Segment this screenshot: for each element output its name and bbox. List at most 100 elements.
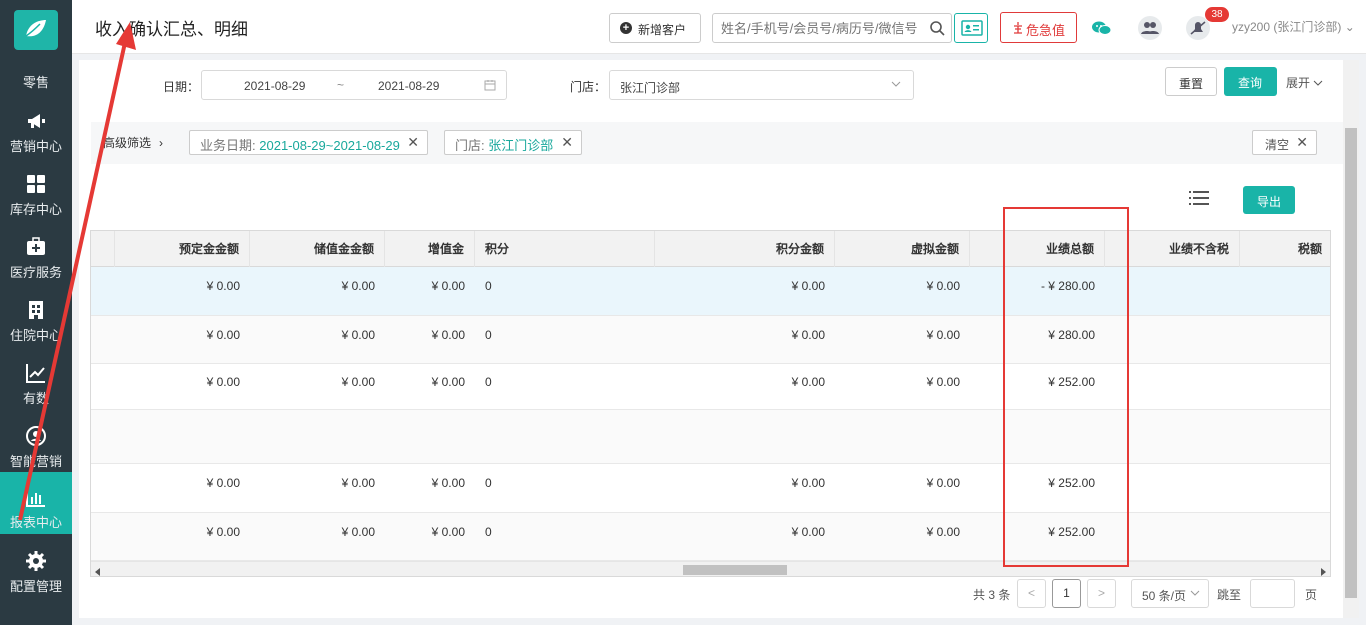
sidebar-item-label: 营销中心 bbox=[9, 139, 62, 154]
grid-icon bbox=[27, 175, 45, 193]
page-size-value: 50 条/页 bbox=[1142, 589, 1187, 603]
sidebar-item-medical[interactable]: 医疗服务 bbox=[0, 232, 72, 294]
column-settings-icon[interactable] bbox=[1189, 190, 1209, 206]
search-icon[interactable] bbox=[929, 20, 945, 36]
sidebar-item-label: 住院中心 bbox=[9, 328, 62, 343]
trend-chart-icon bbox=[26, 364, 45, 383]
table-cell: ¥ 0.00 bbox=[431, 375, 465, 389]
table-cell: 0 bbox=[485, 476, 492, 490]
advanced-filter-label: 高级筛选 bbox=[103, 136, 152, 150]
table-row[interactable] bbox=[91, 410, 1330, 464]
megaphone-icon bbox=[28, 114, 45, 128]
column-header[interactable]: 业绩总额 bbox=[970, 231, 1105, 267]
table-row[interactable]: ¥ 0.00 ¥ 0.00 ¥ 0.00 0 ¥ 0.00 ¥ 0.00 - ¥ 280.0… bbox=[91, 267, 1330, 316]
column-header[interactable]: 储值金金额 bbox=[250, 231, 385, 267]
column-header[interactable]: 虚拟金额 bbox=[835, 231, 970, 267]
sidebar-item-inventory[interactable]: 库存中心 bbox=[0, 169, 72, 231]
table-row[interactable]: ¥ 0.00 ¥ 0.00 ¥ 0.00 0 ¥ 0.00 ¥ 0.00 ¥ 280.00 bbox=[91, 316, 1330, 364]
table-cell: ¥ 0.00 bbox=[431, 328, 465, 342]
close-icon[interactable]: ✕ bbox=[407, 134, 419, 151]
table-cell: ¥ 0.00 bbox=[341, 375, 375, 389]
bar-chart-icon bbox=[26, 488, 45, 507]
date-start: 2021-08-29 bbox=[244, 79, 306, 93]
app-logo[interactable] bbox=[14, 10, 58, 50]
chevron-right-icon: › bbox=[159, 136, 164, 150]
table-cell: ¥ 0.00 bbox=[431, 476, 465, 490]
sidebar-item-settings[interactable]: 配置管理 bbox=[0, 546, 72, 608]
critical-value-button[interactable]: 危急值 bbox=[1000, 12, 1077, 43]
table-cell: 0 bbox=[485, 328, 492, 342]
scroll-right-icon[interactable] bbox=[1320, 565, 1326, 576]
table-header: 预定金金额 储值金金额 增值金 积分 积分金额 虚拟金额 业绩总额 业绩不含税 … bbox=[91, 231, 1330, 267]
search-box[interactable] bbox=[712, 13, 952, 43]
table-cell: ¥ 0.00 bbox=[926, 328, 960, 342]
next-page-button[interactable]: > bbox=[1087, 579, 1116, 608]
column-header[interactable]: 业绩不含税 bbox=[1105, 231, 1240, 267]
id-card-button[interactable] bbox=[954, 13, 988, 43]
date-range-picker[interactable]: 2021-08-29 ~ 2021-08-29 bbox=[201, 70, 507, 100]
table-cell: ¥ 0.00 bbox=[791, 328, 825, 342]
table-cell: ¥ 0.00 bbox=[206, 375, 240, 389]
export-button[interactable]: 导出 bbox=[1243, 186, 1295, 214]
column-header[interactable]: 增值金 bbox=[385, 231, 475, 267]
vertical-scrollbar[interactable] bbox=[1343, 60, 1359, 618]
table-cell: ¥ 0.00 bbox=[206, 476, 240, 490]
advanced-filter-bar: 高级筛选 › 业务日期: 2021-08-29~2021-08-29 ✕ 门店: … bbox=[91, 122, 1347, 164]
chevron-down-icon bbox=[1190, 590, 1200, 596]
users-icon[interactable] bbox=[1136, 14, 1164, 42]
table-cell: ¥ 280.00 bbox=[1048, 328, 1095, 342]
prev-page-button[interactable]: < bbox=[1017, 579, 1046, 608]
search-input[interactable] bbox=[721, 19, 926, 37]
table-row[interactable]: ¥ 0.00 ¥ 0.00 ¥ 0.00 0 ¥ 0.00 ¥ 0.00 ¥ 252.00 bbox=[91, 513, 1330, 561]
column-header-spacer bbox=[91, 231, 115, 267]
store-select[interactable]: 张江门诊部 bbox=[609, 70, 914, 100]
table-cell: ¥ 0.00 bbox=[341, 525, 375, 539]
sidebar-item-youshu[interactable]: 有数 bbox=[0, 358, 72, 420]
hospital-icon bbox=[29, 301, 43, 319]
table-cell: ¥ 0.00 bbox=[206, 328, 240, 342]
page-suffix: 页 bbox=[1305, 588, 1318, 602]
current-page-button[interactable]: 1 bbox=[1052, 579, 1081, 608]
query-button[interactable]: 查询 bbox=[1224, 67, 1277, 96]
goto-page-input[interactable] bbox=[1250, 579, 1295, 608]
table-cell: - ¥ 280.00 bbox=[1040, 279, 1095, 293]
chevron-down-icon bbox=[1314, 80, 1323, 86]
table-cell: 0 bbox=[485, 375, 492, 389]
warning-icon bbox=[1014, 22, 1022, 34]
table-cell: ¥ 0.00 bbox=[926, 375, 960, 389]
close-icon[interactable]: ✕ bbox=[561, 134, 573, 151]
sidebar-item-inpatient[interactable]: 住院中心 bbox=[0, 295, 72, 357]
sidebar-item-label: 库存中心 bbox=[9, 202, 62, 217]
column-header[interactable]: 积分 bbox=[475, 231, 655, 267]
filter-tag-store: 门店: 张江门诊部 ✕ bbox=[444, 130, 582, 155]
table-cell: ¥ 0.00 bbox=[431, 525, 465, 539]
new-customer-button[interactable]: + 新增客户 bbox=[609, 13, 701, 43]
sidebar-item-label: 配置管理 bbox=[9, 579, 62, 594]
date-separator: ~ bbox=[337, 78, 345, 92]
user-menu[interactable]: yzy200 (张江门诊部) ⌄ bbox=[1232, 18, 1355, 35]
total-count: 共 3 条 bbox=[973, 588, 1011, 602]
sidebar: 零售 营销中心 库存中心 医疗服务 住院中心 有数 智能营销 报表中心 配置管理 bbox=[0, 0, 72, 625]
table-cell: ¥ 0.00 bbox=[791, 476, 825, 490]
chevron-down-icon bbox=[891, 81, 901, 87]
column-header[interactable]: 预定金金额 bbox=[115, 231, 250, 267]
advanced-filter-toggle[interactable]: 高级筛选 › bbox=[103, 134, 163, 151]
calendar-icon bbox=[484, 80, 496, 91]
clear-filters-button[interactable]: 清空 ✕ bbox=[1252, 130, 1317, 155]
sidebar-item-reports[interactable]: 报表中心 bbox=[0, 472, 72, 534]
sidebar-item-marketing[interactable]: 营销中心 bbox=[0, 106, 72, 168]
column-header[interactable]: 税额 bbox=[1240, 231, 1330, 267]
expand-toggle[interactable]: 展开 bbox=[1286, 74, 1323, 91]
scrollbar-thumb[interactable] bbox=[683, 565, 787, 575]
horizontal-scrollbar[interactable] bbox=[91, 561, 1330, 576]
table-row[interactable]: ¥ 0.00 ¥ 0.00 ¥ 0.00 0 ¥ 0.00 ¥ 0.00 ¥ 252.00 bbox=[91, 464, 1330, 513]
scroll-left-icon[interactable] bbox=[95, 565, 101, 576]
wechat-icon[interactable] bbox=[1088, 14, 1116, 42]
page-size-select[interactable]: 50 条/页 bbox=[1131, 579, 1209, 608]
plus-icon: + bbox=[620, 22, 632, 34]
table-row[interactable]: ¥ 0.00 ¥ 0.00 ¥ 0.00 0 ¥ 0.00 ¥ 0.00 ¥ 252.00 bbox=[91, 364, 1330, 410]
gear-icon bbox=[26, 551, 46, 571]
reset-button[interactable]: 重置 bbox=[1165, 67, 1217, 96]
column-header[interactable]: 积分金额 bbox=[655, 231, 835, 267]
scrollbar-thumb[interactable] bbox=[1345, 128, 1357, 598]
